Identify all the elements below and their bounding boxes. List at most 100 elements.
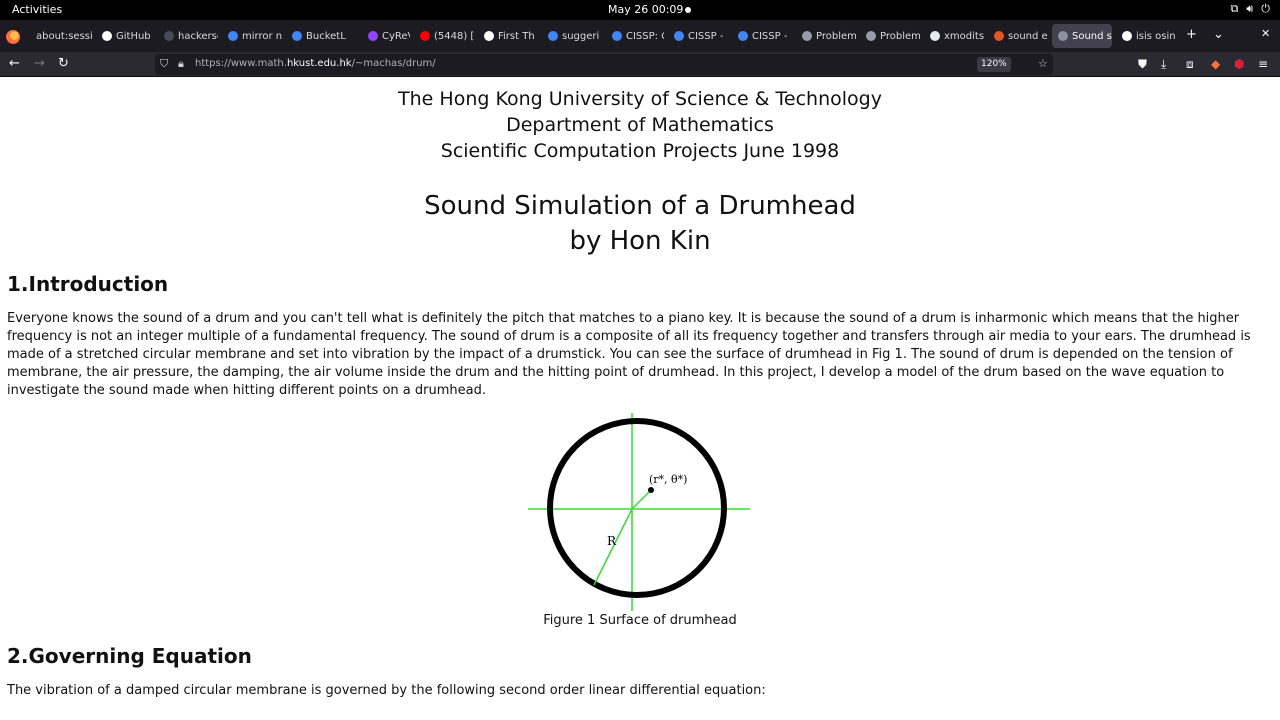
tab-strip: about:sessi GitHub hackerscan mirror n Bucke… bbox=[0, 20, 1280, 52]
url-bar[interactable]: ⛉ 🔒︎ https://www.math.hkust.edu.hk/~mach… bbox=[155, 54, 1053, 75]
tab-label: CISSP - bbox=[752, 30, 788, 42]
close-window-button[interactable]: ✕ bbox=[1261, 27, 1270, 40]
tracking-shield-icon[interactable]: ⛉ bbox=[160, 57, 168, 71]
browser-tab[interactable]: mirror n bbox=[222, 24, 282, 48]
activities-button[interactable]: Activities bbox=[12, 3, 62, 16]
notification-dot bbox=[685, 7, 691, 13]
tab-favicon-icon bbox=[548, 31, 558, 41]
lock-icon[interactable]: 🔒︎ bbox=[178, 57, 184, 71]
firefox-view-icon[interactable] bbox=[6, 30, 20, 44]
zoom-indicator[interactable]: 120% bbox=[977, 57, 1011, 72]
browser-tab[interactable]: sound e bbox=[988, 24, 1048, 48]
system-tray[interactable]: ⧉ 🔊︎ ⏻ bbox=[1231, 2, 1271, 16]
back-arrow-icon[interactable]: ← bbox=[9, 56, 20, 71]
tab-favicon-icon bbox=[368, 31, 378, 41]
browser-tab[interactable]: isis osin bbox=[1116, 24, 1176, 48]
tab-label: Problem bbox=[816, 30, 856, 42]
extension-icon[interactable]: ◆ bbox=[1211, 57, 1220, 71]
page-content: The Hong Kong University of Science & Te… bbox=[0, 78, 1280, 720]
tab-label: xmodits bbox=[944, 30, 984, 42]
radius-label: R bbox=[607, 534, 617, 548]
tab-label: First Th bbox=[498, 30, 535, 42]
extensions-icon[interactable]: ⧈ bbox=[1186, 57, 1194, 72]
ublock-icon[interactable]: ⬢ bbox=[1234, 57, 1244, 71]
point-line bbox=[631, 489, 652, 510]
department-name: Department of Mathematics bbox=[506, 114, 774, 136]
title-block: Sound Simulation of a Drumhead by Hon Ki… bbox=[0, 189, 1280, 259]
volume-icon: 🔊︎ bbox=[1246, 2, 1254, 15]
clock[interactable]: May 26 00:09 bbox=[608, 3, 683, 16]
hit-point-label: (r*, θ*) bbox=[649, 473, 687, 486]
tab-favicon-icon bbox=[420, 31, 430, 41]
bookmark-star-icon[interactable]: ☆ bbox=[1038, 57, 1048, 70]
browser-tab[interactable]: GitHub bbox=[96, 24, 154, 48]
governing-equation-paragraph: The vibration of a damped circular membr… bbox=[7, 683, 766, 698]
pocket-icon[interactable]: ⛊ bbox=[1138, 57, 1147, 72]
browser-tab[interactable]: First Th bbox=[478, 24, 538, 48]
tab-label: mirror n bbox=[242, 30, 282, 42]
browser-tab[interactable]: xmodits bbox=[924, 24, 984, 48]
tab-label: GitHub bbox=[116, 30, 151, 42]
university-name: The Hong Kong University of Science & Te… bbox=[398, 88, 882, 110]
tab-label: suggeri bbox=[562, 30, 600, 42]
tab-label: sound e bbox=[1008, 30, 1048, 42]
tab-favicon-icon bbox=[228, 31, 238, 41]
browser-tab[interactable]: CISSP: C bbox=[606, 24, 664, 48]
tab-label: Sound si bbox=[1072, 30, 1112, 42]
figure-caption: Figure 1 Surface of drumhead bbox=[543, 613, 737, 628]
browser-tab[interactable]: (5448) [ bbox=[414, 24, 474, 48]
tab-favicon-icon bbox=[802, 31, 812, 41]
author: by Hon Kin bbox=[569, 226, 711, 256]
browser-tab[interactable]: BucketL bbox=[286, 24, 358, 48]
downloads-icon[interactable]: ⤓ bbox=[1161, 57, 1166, 72]
tab-label: BucketL bbox=[306, 30, 346, 42]
browser-tab[interactable]: Problem bbox=[796, 24, 856, 48]
tab-label: about:sessi bbox=[36, 30, 92, 42]
project-line: Scientific Computation Projects June 199… bbox=[440, 140, 840, 162]
new-tab-button[interactable]: + bbox=[1186, 27, 1197, 42]
drumhead-figure: (r*, θ*) R bbox=[528, 413, 750, 611]
list-all-tabs-button[interactable]: ⌄ bbox=[1213, 27, 1224, 42]
browser-tab[interactable]: hackerscan bbox=[158, 24, 218, 48]
section-heading-introduction: 1.Introduction bbox=[7, 272, 169, 296]
tab-favicon-icon bbox=[674, 31, 684, 41]
menu-icon[interactable]: ≡ bbox=[1258, 57, 1268, 71]
system-top-bar: Activities May 26 00:09 ⧉ 🔊︎ ⏻ bbox=[0, 0, 1280, 20]
tab-favicon-icon bbox=[292, 31, 302, 41]
browser-tab[interactable]: CyReVo bbox=[362, 24, 410, 48]
tab-label: CyReVo bbox=[382, 30, 410, 42]
browser-tab[interactable]: Problem bbox=[860, 24, 920, 48]
tab-favicon-icon bbox=[930, 31, 940, 41]
tab-favicon-icon bbox=[484, 31, 494, 41]
tab-favicon-icon bbox=[1122, 31, 1132, 41]
tab-label: Problem bbox=[880, 30, 920, 42]
tab-label: CISSP: C bbox=[626, 30, 664, 42]
hit-point bbox=[648, 487, 654, 493]
browser-tab[interactable]: Sound si✕ bbox=[1052, 24, 1112, 48]
reload-icon[interactable]: ↻ bbox=[58, 56, 69, 71]
institution-header: The Hong Kong University of Science & Te… bbox=[0, 86, 1280, 164]
navigation-bar: ← → ↻ ⛉ 🔒︎ https://www.math.hkust.edu.hk… bbox=[0, 52, 1280, 77]
tab-label: isis osin bbox=[1136, 30, 1176, 42]
tab-label: hackerscan bbox=[178, 30, 218, 42]
tab-favicon-icon bbox=[866, 31, 876, 41]
tab-label: (5448) [ bbox=[434, 30, 474, 42]
browser-tab[interactable]: CISSP - bbox=[668, 24, 728, 48]
drumhead-circle bbox=[547, 418, 727, 598]
tab-favicon-icon bbox=[994, 31, 1004, 41]
browser-tab[interactable]: about:sessi bbox=[30, 24, 92, 48]
section-heading-governing-equation: 2.Governing Equation bbox=[7, 644, 252, 668]
introduction-paragraph: Everyone knows the sound of a drum and y… bbox=[7, 311, 1251, 398]
tab-favicon-icon bbox=[102, 31, 112, 41]
browser-tab[interactable]: suggeri bbox=[542, 24, 602, 48]
tab-favicon-icon bbox=[1058, 31, 1068, 41]
tab-favicon-icon bbox=[164, 31, 174, 41]
tab-favicon-icon bbox=[612, 31, 622, 41]
tab-label: CISSP - bbox=[688, 30, 724, 42]
browser-tab[interactable]: CISSP - bbox=[732, 24, 792, 48]
url-text[interactable]: https://www.math.hkust.edu.hk/~machas/dr… bbox=[195, 58, 436, 69]
power-icon: ⏻ bbox=[1261, 2, 1270, 15]
page-title: Sound Simulation of a Drumhead bbox=[424, 191, 856, 221]
forward-arrow-icon[interactable]: → bbox=[34, 56, 45, 71]
network-icon: ⧉ bbox=[1230, 2, 1239, 15]
